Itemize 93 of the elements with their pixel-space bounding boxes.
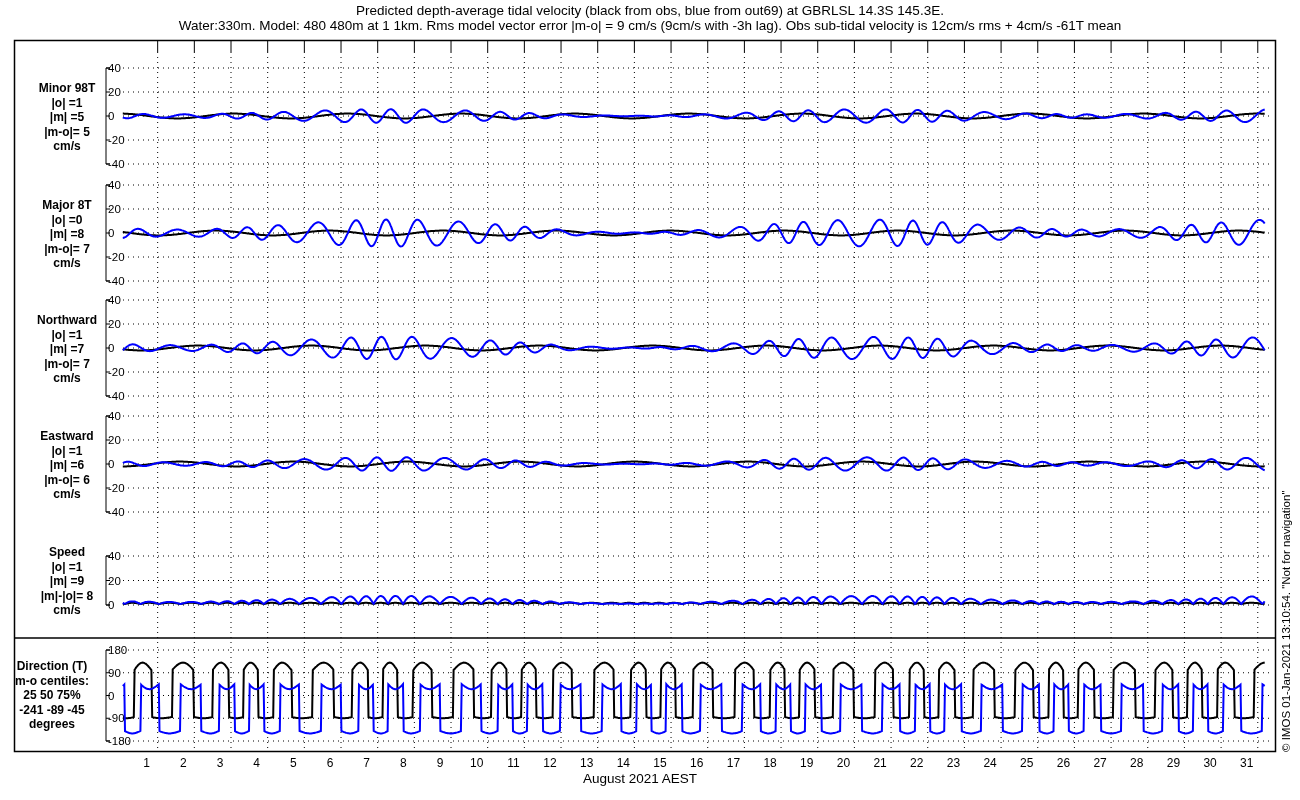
- panel-label: |m| =8: [49, 227, 85, 241]
- panel-label: Major 8T: [42, 198, 92, 212]
- axis-tick-label: 0: [108, 227, 115, 239]
- panel-label: degrees: [29, 717, 75, 731]
- day-label: 19: [800, 756, 814, 770]
- axis-tick-label: 40: [108, 550, 121, 562]
- day-label: 16: [690, 756, 704, 770]
- axis-tick-label: -20: [108, 134, 125, 146]
- day-label: 26: [1056, 756, 1071, 770]
- axis-tick-label: 20: [108, 434, 121, 446]
- axis-tick-label: 20: [108, 318, 121, 330]
- day-label: 1: [143, 756, 150, 770]
- axis-tick-label: 20: [108, 574, 121, 587]
- panel-label: Speed: [49, 545, 85, 559]
- day-label: 10: [470, 756, 484, 770]
- day-label: 20: [836, 756, 851, 770]
- panel-label: |o| =1: [51, 327, 83, 342]
- axis-tick-label: 0: [108, 689, 115, 702]
- day-label: 29: [1166, 756, 1181, 770]
- axis-tick-label: -40: [108, 275, 125, 287]
- day-label: 18: [763, 756, 777, 770]
- axis-tick-label: 0: [108, 110, 115, 122]
- panel-label: |m| =5: [49, 110, 85, 124]
- panel-label: |m-o|= 5: [44, 124, 90, 139]
- panel-label: |m|-|o|= 8: [40, 588, 94, 603]
- axis-tick-label: -20: [108, 482, 125, 494]
- day-label: 15: [653, 756, 667, 770]
- panel-label: |m| =6: [49, 458, 85, 472]
- axis-tick-label: 40: [108, 62, 121, 74]
- axis-tick-label: -20: [108, 366, 125, 378]
- day-label: 12: [543, 756, 557, 770]
- axis-tick-label: 40: [108, 410, 121, 422]
- day-label: 5: [290, 756, 297, 770]
- axis-tick-label: 0: [108, 342, 115, 354]
- axis-tick-label: -90: [108, 712, 125, 725]
- panel-label: Minor 98T: [38, 81, 96, 95]
- day-label: 14: [616, 756, 631, 770]
- panel-label: cm/s: [53, 256, 81, 270]
- day-label: 22: [910, 756, 924, 770]
- panel-label: cm/s: [53, 371, 81, 385]
- axis-tick-label: -40: [108, 390, 125, 402]
- day-label: 9: [436, 756, 444, 770]
- panel-label: |m-o|= 6: [44, 472, 90, 487]
- day-label: 7: [363, 756, 371, 770]
- panel-label: m-o centiles:: [15, 673, 89, 688]
- day-label: 2: [180, 756, 187, 770]
- day-label: 27: [1093, 756, 1107, 770]
- panel-label: cm/s: [53, 139, 81, 153]
- panel-label: |m-o|= 7: [44, 356, 90, 371]
- chart-title: Predicted depth-average tidal velocity (black from obs, blue from out69) at GBRLSL 14.3S 145.3E.: [356, 3, 944, 18]
- axis-tick-label: 40: [108, 179, 121, 191]
- axis-tick-label: 0: [108, 458, 115, 470]
- panel-label: |m| =9: [49, 574, 85, 588]
- panel-label: -241 -89 -45: [19, 702, 85, 717]
- panel-label: Northward: [37, 313, 97, 327]
- day-label: 6: [326, 756, 334, 770]
- axis-tick-label: 0: [108, 599, 115, 611]
- day-label: 24: [983, 756, 997, 770]
- panel-label: Direction (T): [16, 659, 88, 673]
- panel-label: 25 50 75%: [23, 688, 81, 702]
- chart-title: Water:330m. Model: 480 480m at 1 1km. Rms model vector error |m-o| = 9 cm/s (9cm/s with -3h lag). Obs sub-tidal velocity is 12cm/s rms + 4cm/s -61T mean: [178, 18, 1122, 33]
- axis-tick-label: 90: [108, 666, 121, 679]
- axis-tick-label: -180: [108, 735, 132, 747]
- day-label: 21: [873, 756, 887, 770]
- day-label: 23: [946, 756, 961, 770]
- day-label: 3: [216, 756, 224, 770]
- panel-label: cm/s: [53, 487, 81, 501]
- day-label: 31: [1240, 756, 1254, 770]
- panel-label: |o| =0: [51, 212, 83, 227]
- axis-tick-label: -40: [108, 506, 125, 518]
- day-label: 30: [1203, 756, 1217, 770]
- axis-tick-label: -20: [108, 251, 125, 263]
- panel-label: |o| =1: [51, 559, 83, 574]
- day-label: 11: [507, 756, 520, 770]
- axis-tick-label: 20: [108, 203, 121, 215]
- day-label: 17: [726, 756, 741, 770]
- panel-label: |o| =1: [51, 95, 83, 110]
- day-label: 8: [400, 756, 407, 770]
- day-label: 25: [1020, 756, 1034, 770]
- x-axis-title: August 2021 AEST: [582, 771, 698, 786]
- credit-note: © IMOS 01-Jan-2021 13:10:54. "Not for navigation": [1280, 490, 1292, 752]
- panel-label: cm/s: [53, 603, 81, 617]
- day-label: 28: [1130, 756, 1144, 770]
- axis-tick-label: 20: [108, 86, 121, 98]
- panel-label: |m| =7: [49, 342, 85, 356]
- day-label: 13: [580, 756, 594, 770]
- panel-label: |m-o|= 7: [44, 241, 90, 256]
- axis-tick-label: 40: [108, 294, 121, 306]
- panel-label: |o| =1: [51, 443, 83, 458]
- axis-tick-label: -40: [108, 158, 125, 170]
- axis-tick-label: 180: [108, 644, 128, 656]
- day-label: 4: [253, 756, 260, 770]
- panel-label: Eastward: [40, 429, 94, 443]
